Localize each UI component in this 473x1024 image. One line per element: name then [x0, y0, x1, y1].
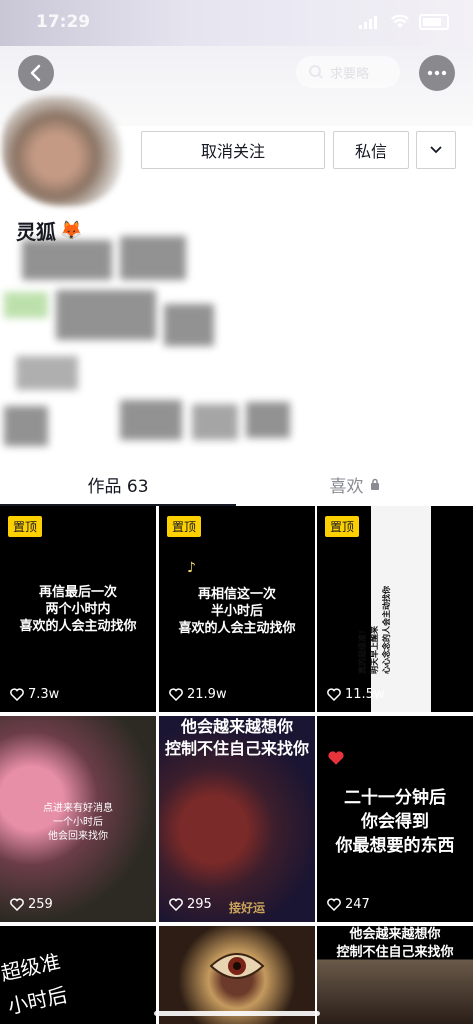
video-caption: 真的超级准！ 明天早上醒来 心心念念的人会主动找你: [358, 586, 391, 674]
red-heart-icon: [328, 751, 344, 765]
video-tile[interactable]: 置顶 再信最后一次 两个小时内 喜欢的人会主动找你 7.3w: [0, 506, 156, 712]
back-button[interactable]: [18, 55, 54, 91]
chevron-down-icon: [430, 146, 442, 154]
like-count: 259: [10, 897, 53, 912]
redaction-scribble: [120, 236, 186, 280]
pinned-badge: 置顶: [8, 516, 43, 537]
video-caption: 再信最后一次 两个小时内 喜欢的人会主动找你: [19, 585, 137, 634]
status-icons: [359, 14, 449, 30]
video-tile[interactable]: 他会越来越想你 控制不住自己来找你: [317, 926, 473, 1024]
like-count-value: 259: [28, 897, 53, 912]
redaction-scribble: [4, 406, 48, 446]
eye-icon: [209, 953, 265, 979]
heart-outline-icon: [10, 688, 24, 701]
redaction-scribble: [22, 240, 112, 280]
redaction-scribble: [192, 404, 238, 440]
redaction-scribble: [246, 402, 290, 438]
status-time: 17:29: [36, 12, 91, 32]
wifi-icon: [391, 15, 409, 28]
like-count: 21.9w: [169, 687, 227, 702]
heart-outline-icon: [10, 898, 24, 911]
like-count: 7.3w: [10, 687, 59, 702]
like-count: 11.5w: [327, 687, 385, 702]
heart-outline-icon: [327, 688, 341, 701]
like-count-value: 21.9w: [187, 687, 227, 702]
chevron-left-icon: [30, 64, 41, 82]
video-tile[interactable]: 置顶 真的超级准！ 明天早上醒来 心心念念的人会主动找你 11.5w: [317, 506, 473, 712]
more-dots-icon: [427, 70, 447, 76]
heart-outline-icon: [169, 898, 183, 911]
video-tile[interactable]: 置顶 ♪ 再相信这一次 半小时后 喜欢的人会主动找你 21.9w: [159, 506, 315, 712]
video-caption: 点进来有好消息 一个小时后 他会回来找你: [43, 803, 113, 842]
video-caption: 二十一分钟后 你会得到 你最想要的东西: [335, 788, 455, 856]
search-icon: [309, 65, 323, 79]
redaction-scribble: [164, 304, 214, 346]
fox-emoji-icon: 🦊: [60, 220, 83, 241]
video-footer-text: 接好运: [229, 901, 266, 915]
video-tile[interactable]: [159, 926, 315, 1024]
search-input[interactable]: 求要略: [296, 56, 400, 88]
message-button[interactable]: 私信: [333, 131, 409, 169]
like-count-value: 11.5w: [345, 687, 385, 702]
video-tile[interactable]: 点进来有好消息 一个小时后 他会回来找你 259: [0, 716, 156, 922]
redaction-scribble: [56, 290, 156, 340]
more-options-button[interactable]: [419, 55, 455, 91]
like-count-value: 295: [187, 897, 212, 912]
video-caption: 再相信这一次 半小时后 喜欢的人会主动找你: [178, 587, 296, 636]
pinned-badge: 置顶: [167, 516, 202, 537]
like-count: 295: [169, 897, 212, 912]
video-caption: 他会越来越想你 控制不住自己来找你: [164, 717, 309, 758]
heart-outline-icon: [327, 898, 341, 911]
home-indicator: [154, 1011, 320, 1016]
tab-likes-label: 喜欢: [329, 476, 364, 497]
video-caption: 他会越来越想你 控制不住自己来找你: [336, 927, 454, 960]
video-caption: 超级准 小时后: [0, 949, 70, 1019]
video-tile[interactable]: 超级准 小时后: [0, 926, 156, 1024]
tab-likes[interactable]: 喜欢: [236, 462, 473, 506]
avatar[interactable]: [2, 96, 122, 206]
tab-works[interactable]: 作品 63: [0, 462, 236, 506]
signal-icon: [359, 15, 381, 29]
music-note-icon: ♪: [187, 560, 196, 576]
pinned-badge: 置顶: [325, 516, 360, 537]
video-tile[interactable]: 他会越来越想你 控制不住自己来找你 接好运 295: [159, 716, 315, 922]
heart-outline-icon: [169, 688, 183, 701]
profile-tabs: 作品 63 喜欢: [0, 462, 473, 506]
video-tile[interactable]: 二十一分钟后 你会得到 你最想要的东西 247: [317, 716, 473, 922]
lock-icon: [370, 478, 379, 490]
recommend-dropdown-button[interactable]: [416, 131, 456, 169]
status-bar: 17:29: [0, 0, 473, 46]
redaction-scribble: [120, 400, 182, 440]
like-count: 247: [327, 897, 370, 912]
like-count-value: 247: [345, 897, 370, 912]
redaction-scribble: [16, 356, 78, 390]
redaction-scribble: [4, 292, 48, 318]
search-placeholder: 求要略: [330, 66, 370, 82]
like-count-value: 7.3w: [28, 687, 60, 702]
unfollow-button[interactable]: 取消关注: [141, 131, 325, 169]
battery-icon: [419, 14, 449, 30]
